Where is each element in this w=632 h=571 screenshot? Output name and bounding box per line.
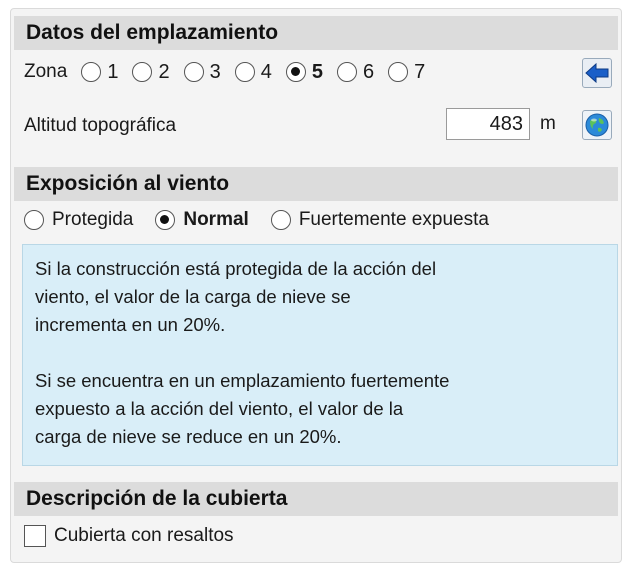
altitude-input[interactable]: 483 — [446, 108, 530, 140]
altitude-row: Altitud topográfica — [24, 111, 176, 141]
zone-radio-4[interactable] — [234, 62, 255, 82]
exposure-option-label: Fuertemente expuesta — [298, 209, 489, 230]
section-header-wind-exposure: Exposición al viento — [14, 167, 618, 201]
roof-ledges-checkbox[interactable] — [24, 525, 46, 547]
zone-radio-3[interactable] — [183, 62, 204, 82]
exposure-row: Protegida Normal Fuertemente expuesta — [24, 205, 511, 235]
info-paragraph-2: Si se encuentra en un emplazamiento fuer… — [35, 370, 450, 447]
zone-label: Zona — [24, 61, 68, 82]
globe-icon — [585, 113, 609, 137]
exposure-option-label: Protegida — [52, 209, 134, 230]
zone-radio-7[interactable] — [388, 62, 409, 82]
zone-option-label: 6 — [362, 60, 375, 83]
exposure-option-label: Normal — [183, 209, 249, 230]
zone-radio-1[interactable] — [81, 62, 102, 82]
exposure-option-protegida[interactable]: Protegida — [24, 209, 133, 231]
wind-info-box: Si la construcción está protegida de la … — [22, 244, 618, 466]
globe-button[interactable] — [582, 110, 612, 140]
zone-row: Zona 1 2 3 4 5 6 7 — [24, 57, 425, 87]
roof-ledges-label: Cubierta con resaltos — [54, 525, 234, 546]
roof-checkbox-row[interactable]: Cubierta con resaltos — [24, 522, 234, 550]
zone-option-label: 1 — [107, 60, 119, 83]
zone-radio-2[interactable] — [132, 62, 153, 82]
zone-option-label: 2 — [158, 60, 170, 83]
info-paragraph-1: Si la construcción está protegida de la … — [35, 258, 437, 335]
arrow-left-icon — [585, 63, 609, 83]
exposure-radio-fuertemente-expuesta[interactable] — [270, 210, 291, 230]
exposure-option-normal[interactable]: Normal — [155, 209, 249, 231]
zone-option-2[interactable]: 2 — [132, 60, 170, 84]
zone-option-3[interactable]: 3 — [183, 60, 221, 84]
zone-option-label: 7 — [414, 60, 426, 83]
zone-option-6[interactable]: 6 — [336, 60, 375, 84]
zone-option-label: 4 — [260, 60, 272, 83]
exposure-radio-normal[interactable] — [155, 210, 176, 230]
zone-option-7[interactable]: 7 — [388, 61, 425, 84]
altitude-label: Altitud topográfica — [24, 115, 177, 136]
zone-radio-6[interactable] — [336, 62, 357, 82]
altitude-unit: m — [540, 113, 556, 134]
exposure-option-fuertemente-expuesta[interactable]: Fuertemente expuesta — [270, 209, 489, 231]
exposure-radio-protegida[interactable] — [24, 210, 44, 230]
zone-option-1[interactable]: 1 — [81, 61, 118, 84]
section-header-site-data: Datos del emplazamiento — [14, 16, 618, 50]
zone-option-label: 5 — [311, 60, 323, 83]
zone-option-5[interactable]: 5 — [285, 60, 323, 84]
zone-option-label: 3 — [209, 60, 221, 83]
section-header-roof-description: Descripción de la cubierta — [14, 482, 618, 516]
zone-option-4[interactable]: 4 — [234, 60, 272, 84]
zone-radio-5[interactable] — [285, 62, 306, 82]
back-button[interactable] — [582, 58, 612, 88]
